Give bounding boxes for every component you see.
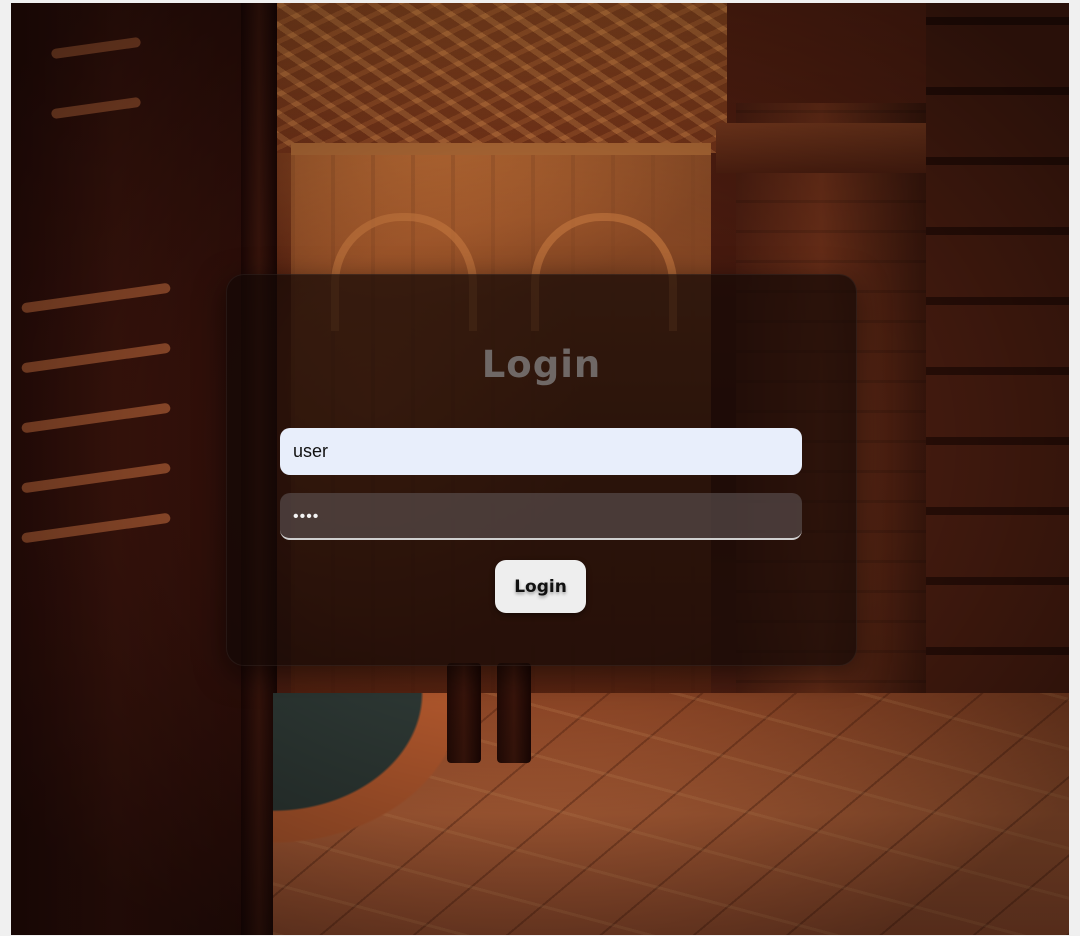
username-input[interactable] xyxy=(280,428,802,475)
app-viewport: Login •••• Login xyxy=(11,3,1069,935)
login-card: Login •••• Login xyxy=(226,274,857,666)
password-input[interactable]: •••• xyxy=(280,493,802,540)
login-title: Login xyxy=(481,343,602,386)
login-button[interactable]: Login xyxy=(495,560,586,613)
